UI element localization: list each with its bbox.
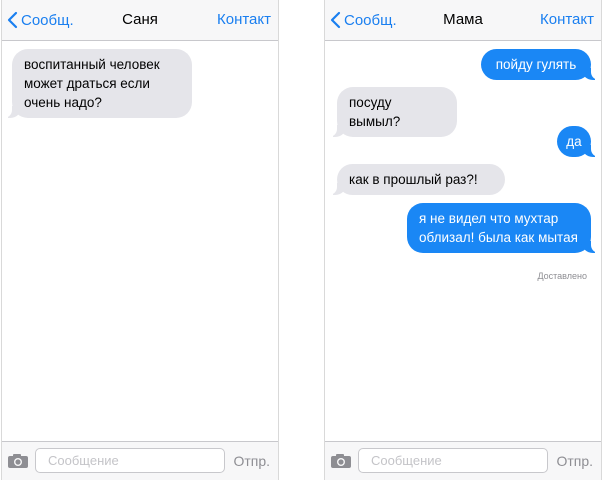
message-bubble-incoming[interactable]: воспитанный человек может драться если о… bbox=[3, 49, 192, 118]
back-button[interactable]: Сообщ. bbox=[5, 9, 74, 31]
navigation-bar: Сообщ. Мама Контакт bbox=[325, 0, 601, 41]
message-text: да bbox=[566, 134, 582, 149]
chevron-left-icon bbox=[330, 11, 341, 29]
send-button[interactable]: Отпр. bbox=[556, 453, 593, 469]
message-input-bar: Отпр. bbox=[2, 441, 278, 480]
back-button[interactable]: Сообщ. bbox=[328, 9, 397, 31]
delivery-status: Доставлено bbox=[537, 271, 587, 281]
message-input[interactable] bbox=[35, 448, 225, 473]
camera-icon[interactable] bbox=[7, 453, 29, 469]
message-text: посуду вымыл? bbox=[349, 95, 401, 129]
navigation-bar: Сообщ. Саня Контакт bbox=[2, 0, 278, 41]
contact-button[interactable]: Контакт bbox=[217, 11, 271, 28]
conversation-screen-sanya: Сообщ. Саня Контакт воспитанный человек … bbox=[1, 0, 279, 480]
contact-button[interactable]: Контакт bbox=[540, 11, 594, 28]
send-button[interactable]: Отпр. bbox=[233, 453, 270, 469]
message-bubble-incoming[interactable]: как в прошлый раз?! bbox=[328, 164, 505, 195]
message-bubble-outgoing[interactable]: я не видел что мухтар облизал! была как … bbox=[407, 203, 600, 253]
camera-icon[interactable] bbox=[330, 453, 352, 469]
back-button-label: Сообщ. bbox=[344, 11, 397, 29]
message-input-bar: Отпр. bbox=[325, 441, 601, 480]
message-text: как в прошлый раз?! bbox=[349, 172, 478, 187]
message-text: пойду гулять bbox=[495, 57, 577, 72]
message-text: воспитанный человек может драться если о… bbox=[24, 57, 160, 110]
message-input[interactable] bbox=[358, 448, 548, 473]
chevron-left-icon bbox=[7, 11, 18, 29]
message-bubble-incoming[interactable]: посуду вымыл? bbox=[328, 87, 457, 137]
conversation-screen-mama: Сообщ. Мама Контакт пойду гулять посуду … bbox=[324, 0, 602, 480]
message-text: я не видел что мухтар облизал! была как … bbox=[419, 211, 578, 245]
back-button-label: Сообщ. bbox=[21, 11, 74, 29]
message-bubble-outgoing[interactable]: да bbox=[557, 126, 600, 157]
message-bubble-outgoing[interactable]: пойду гулять bbox=[481, 49, 600, 80]
